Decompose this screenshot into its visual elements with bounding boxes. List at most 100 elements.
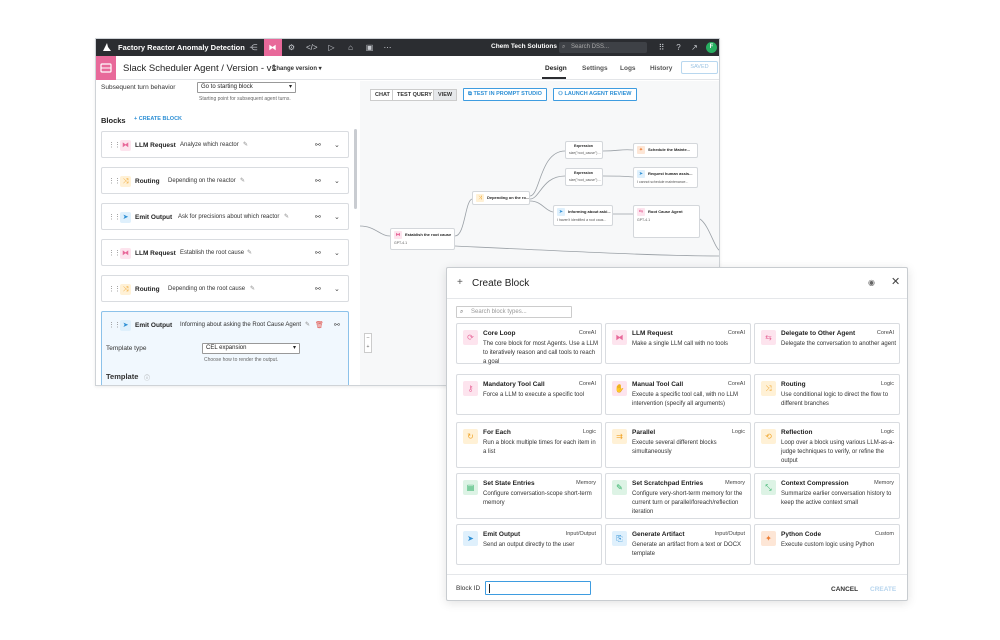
org-name[interactable]: Chem Tech Solutions	[491, 43, 557, 50]
change-version-dropdown[interactable]: Change version ▾	[272, 65, 322, 72]
global-search-input[interactable]: ⌕ Search DSS...	[559, 42, 647, 53]
reflection-icon: ⟲	[761, 429, 776, 444]
help-icon[interactable]: ?	[673, 42, 684, 53]
trend-icon[interactable]: ↗	[689, 42, 700, 53]
block-item[interactable]: ⋮⋮ ⤨ Routing Depending on the root cause…	[101, 275, 349, 302]
connect-icon[interactable]: ⚯	[334, 321, 340, 329]
plus-icon: +	[457, 277, 463, 288]
block-item[interactable]: ⋮⋮ ⧓ LLM Request Analyze which reactor ✎…	[101, 131, 349, 158]
flow-icon[interactable]: ⋲	[248, 42, 259, 53]
node-informing[interactable]: ➤ Informing about aski... I haven't iden…	[553, 205, 613, 226]
card-reflection[interactable]: ⟲ Reflection Logic Loop over a block usi…	[754, 422, 900, 468]
create-block-link[interactable]: + CREATE BLOCK	[134, 116, 182, 122]
tab-settings[interactable]: Settings	[582, 65, 608, 72]
edit-pencil-icon[interactable]: ✎	[305, 321, 310, 328]
tab-logs[interactable]: Logs	[620, 65, 636, 72]
deploy-icon[interactable]: ⌂	[345, 42, 356, 53]
node-expression-1[interactable]: Expression size("root_cause") ...	[565, 141, 603, 159]
chevron-down-icon: ▾	[288, 84, 292, 90]
edit-pencil-icon[interactable]: ✎	[284, 213, 289, 220]
node-schedule-maintenance[interactable]: ✦ Schedule the Mainte...	[633, 143, 698, 158]
card-core-loop[interactable]: ⟳ Core Loop CoreAI The core block for mo…	[456, 323, 602, 365]
connect-icon[interactable]: ⚯	[315, 141, 321, 149]
dashboard-icon[interactable]: ▣	[364, 42, 375, 53]
node-depending-root-cause[interactable]: ⤨ Depending on the ro...	[472, 191, 530, 205]
text-cursor	[489, 584, 490, 593]
close-icon[interactable]: ✕	[891, 275, 900, 288]
panel-scrollbar[interactable]	[354, 129, 357, 209]
node-expression-2[interactable]: Expression size("root_cause") ...	[565, 168, 603, 186]
routing-icon: ⤨	[120, 176, 131, 187]
agent-icon: ⧓	[268, 43, 277, 52]
settings-gear-icon[interactable]: ⚙	[286, 42, 297, 53]
connect-icon[interactable]: ⚯	[315, 285, 321, 293]
card-routing[interactable]: ⤨ Routing Logic Use conditional logic to…	[754, 374, 900, 415]
code-icon[interactable]: </>	[306, 42, 318, 53]
block-item[interactable]: ⋮⋮ ⤨ Routing Depending on the reactor ✎ …	[101, 167, 349, 194]
zoom-controls[interactable]: – +	[364, 333, 372, 353]
tab-history[interactable]: History	[650, 65, 672, 72]
card-for-each[interactable]: ↻ For Each Logic Run a block multiple ti…	[456, 422, 602, 468]
delete-icon[interactable]: 🗑	[315, 321, 324, 329]
artifact-icon: ⎘	[612, 531, 627, 546]
dataiku-logo-icon[interactable]	[102, 42, 112, 52]
llm-icon: ⧓	[612, 330, 627, 345]
user-avatar[interactable]: F	[706, 42, 717, 53]
compress-icon: ⤡	[761, 480, 776, 495]
card-delegate[interactable]: ⇆ Delegate to Other Agent CoreAI Delegat…	[754, 323, 900, 364]
tab-design[interactable]: Design	[545, 65, 567, 72]
more-icon[interactable]: ⋯	[382, 42, 393, 53]
loop-icon: ⟳	[463, 330, 478, 345]
drag-handle-icon[interactable]: ⋮⋮	[108, 249, 121, 257]
card-python-code[interactable]: ✦ Python Code Custom Execute custom logi…	[754, 524, 900, 565]
create-button[interactable]: CREATE	[870, 586, 896, 593]
drag-handle-icon[interactable]: ⋮⋮	[108, 213, 121, 221]
block-item[interactable]: ⋮⋮ ⧓ LLM Request Establish the root caus…	[101, 239, 349, 266]
node-request-human[interactable]: ➤ Request human assis... I cannot schedu…	[633, 167, 698, 188]
node-establish-root-cause[interactable]: ⧓ Establish the root cause GPT-4.1	[390, 228, 455, 250]
card-context-compression[interactable]: ⤡ Context Compression Memory Summarize e…	[754, 473, 900, 519]
template-type-select[interactable]: CEL expansion ▾	[202, 343, 300, 354]
connect-icon[interactable]: ⚯	[315, 177, 321, 185]
drag-handle-icon[interactable]: ⋮⋮	[108, 177, 121, 185]
eye-icon[interactable]: ◉	[868, 278, 875, 287]
blocks-heading: Blocks	[101, 116, 126, 125]
node-root-cause-agent[interactable]: ⇆ Root Cause Agent GPT-4.1	[633, 205, 700, 238]
drag-handle-icon[interactable]: ⋮⋮	[108, 141, 121, 149]
chevron-down-icon[interactable]: ⌄	[334, 141, 340, 149]
card-set-scratchpad-entries[interactable]: ✎ Set Scratchpad Entries Memory Configur…	[605, 473, 751, 519]
routing-icon: ⤨	[761, 381, 776, 396]
block-item-selected[interactable]: ⋮⋮ ➤ Emit Output Informing about asking …	[101, 311, 349, 338]
card-generate-artifact[interactable]: ⎘ Generate Artifact Input/Output Generat…	[605, 524, 751, 565]
cancel-button[interactable]: CANCEL	[831, 586, 858, 593]
connect-icon[interactable]: ⚯	[315, 213, 321, 221]
card-llm-request[interactable]: ⧓ LLM Request CoreAI Make a single LLM c…	[605, 323, 751, 364]
chevron-down-icon[interactable]: ⌄	[334, 213, 340, 221]
card-parallel[interactable]: ⇉ Parallel Logic Execute several differe…	[605, 422, 751, 468]
connect-icon[interactable]: ⚯	[315, 249, 321, 257]
card-set-state-entries[interactable]: ▤ Set State Entries Memory Configure con…	[456, 473, 602, 519]
chevron-down-icon[interactable]: ⌄	[334, 177, 340, 185]
edit-pencil-icon[interactable]: ✎	[243, 141, 248, 148]
project-title[interactable]: Factory Reactor Anomaly Detection	[118, 43, 245, 52]
chevron-down-icon[interactable]: ⌄	[334, 249, 340, 257]
edit-pencil-icon[interactable]: ✎	[247, 249, 252, 256]
emit-icon: ➤	[463, 531, 478, 546]
card-mandatory-tool-call[interactable]: ⚷ Mandatory Tool Call CoreAI Force a LLM…	[456, 374, 602, 415]
info-icon[interactable]: ⓘ	[144, 373, 150, 382]
apps-grid-icon[interactable]: ⠿	[656, 42, 667, 53]
drag-handle-icon[interactable]: ⋮⋮	[108, 321, 121, 329]
saved-button[interactable]: SAVED	[681, 61, 718, 74]
edit-pencil-icon[interactable]: ✎	[250, 285, 255, 292]
block-id-input[interactable]	[485, 581, 591, 595]
card-manual-tool-call[interactable]: ✋ Manual Tool Call CoreAI Execute a spec…	[605, 374, 751, 415]
subsequent-turn-select[interactable]: Go to starting block ▾	[197, 82, 296, 93]
drag-handle-icon[interactable]: ⋮⋮	[108, 285, 121, 293]
block-item[interactable]: ⋮⋮ ➤ Emit Output Ask for precisions abou…	[101, 203, 349, 230]
chevron-down-icon[interactable]: ⌄	[334, 285, 340, 293]
routing-icon: ⤨	[476, 194, 484, 202]
edit-pencil-icon[interactable]: ✎	[240, 177, 245, 184]
play-icon[interactable]: ▷	[326, 42, 337, 53]
card-emit-output[interactable]: ➤ Emit Output Input/Output Send an outpu…	[456, 524, 602, 565]
block-search-input[interactable]: ⌕ Search block types...	[456, 306, 572, 318]
